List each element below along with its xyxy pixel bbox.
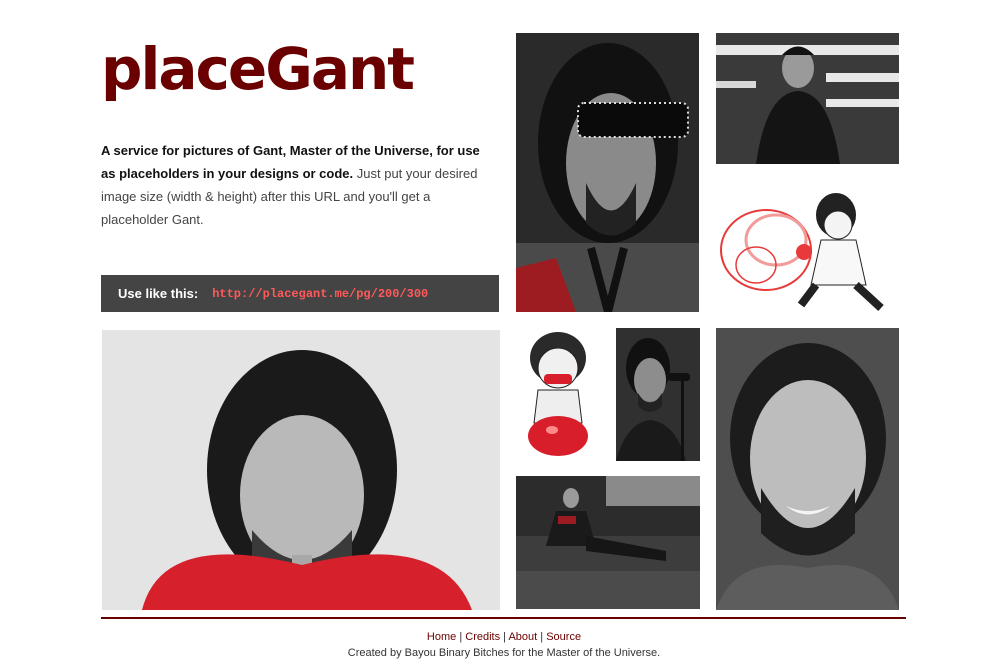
footer-separator: |	[503, 631, 507, 643]
usage-label: Use like this:	[118, 286, 199, 301]
footer-link-credits[interactable]: Credits	[465, 631, 500, 643]
usage-url[interactable]: http://placegant.me/pg/200/300	[212, 287, 428, 301]
intro-text: A service for pictures of Gant, Master o…	[101, 139, 496, 231]
site-logo[interactable]: placeGant	[101, 34, 415, 104]
footer-link-about[interactable]: About	[508, 631, 537, 643]
photo-led-glasses	[516, 33, 699, 312]
footer-separator: |	[540, 631, 544, 643]
photo-smiling	[716, 328, 899, 610]
photo-couch	[516, 476, 700, 609]
footer-link-source[interactable]: Source	[546, 631, 581, 643]
photo-microphone	[616, 328, 700, 461]
photo-portrait-red-shirt	[102, 330, 500, 610]
footer-link-home[interactable]: Home	[427, 631, 456, 643]
photo-cartoon-gem	[516, 328, 600, 461]
footer-credit: Created by Bayou Binary Bitches for the …	[347, 647, 661, 659]
footer-nav: Home | Credits | About | Source	[0, 631, 1008, 643]
photo-cartoon-energy	[716, 180, 899, 314]
footer-divider	[101, 617, 906, 619]
footer-separator: |	[459, 631, 463, 643]
photo-suit	[716, 33, 899, 164]
usage-bar: Use like this: http://placegant.me/pg/20…	[101, 275, 499, 312]
